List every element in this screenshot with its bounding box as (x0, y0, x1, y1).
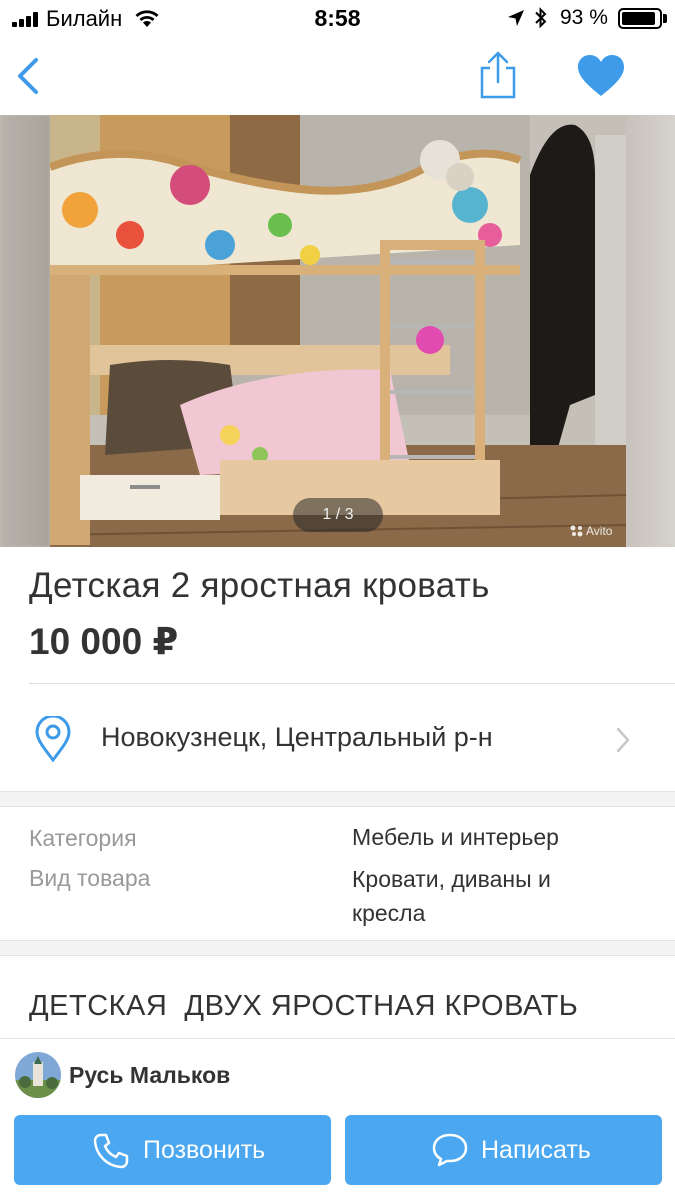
bluetooth-icon (535, 7, 547, 29)
listing-params: Категория Мебель и интерьер Вид товара К… (0, 807, 675, 940)
call-button-label: Позвонить (143, 1136, 266, 1164)
battery-level (622, 12, 656, 25)
listing-title: Детская 2 яростная кровать (29, 566, 490, 605)
location-arrow-icon (508, 10, 524, 26)
message-button-label: Написать (481, 1136, 591, 1164)
photo-watermark: Avito (586, 524, 613, 538)
phone-icon (93, 1133, 129, 1169)
share-icon[interactable] (474, 50, 522, 100)
seller-panel: Русь Мальков Позвонить Написать (0, 1038, 675, 1200)
location-row[interactable]: Новокузнецк, Центральный р-н (0, 684, 675, 792)
listing-price: 10 000 ₽ (29, 621, 179, 662)
param-key-category: Категория (29, 825, 137, 851)
message-button[interactable]: Написать (345, 1115, 662, 1185)
gallery-side-blur-left (0, 115, 50, 547)
section-separator (0, 791, 675, 807)
heart-icon[interactable] (576, 54, 626, 98)
param-key-type: Вид товара (29, 865, 151, 891)
chevron-right-icon (616, 727, 630, 753)
seller-name[interactable]: Русь Мальков (69, 1062, 230, 1089)
map-pin-icon (35, 716, 71, 762)
gallery-side-blur-right (625, 115, 675, 547)
battery-cap (663, 14, 667, 23)
listing-description: ДЕТСКАЯ ДВУХ ЯРОСТНАЯ КРОВАТЬ (29, 990, 579, 1022)
section-separator (0, 940, 675, 956)
photo-gallery[interactable]: 1 / 3 Avito (0, 115, 675, 547)
nav-bar (0, 38, 675, 115)
battery-icon (618, 8, 662, 29)
param-value-category: Мебель и интерьер (352, 824, 559, 850)
chat-bubble-icon (432, 1133, 468, 1167)
avito-logo-icon (570, 525, 583, 537)
seller-avatar[interactable] (15, 1052, 61, 1098)
param-value-type: Кровати, диваны и кресла (352, 866, 551, 926)
status-bar: Билайн 8:58 93 % (0, 0, 675, 38)
location-text: Новокузнецк, Центральный р-н (101, 722, 493, 752)
chevron-left-icon[interactable] (10, 52, 50, 100)
battery-percent: 93 % (560, 6, 608, 29)
listing-photo (50, 115, 626, 547)
photo-counter: 1 / 3 (293, 498, 383, 532)
call-button[interactable]: Позвонить (14, 1115, 331, 1185)
